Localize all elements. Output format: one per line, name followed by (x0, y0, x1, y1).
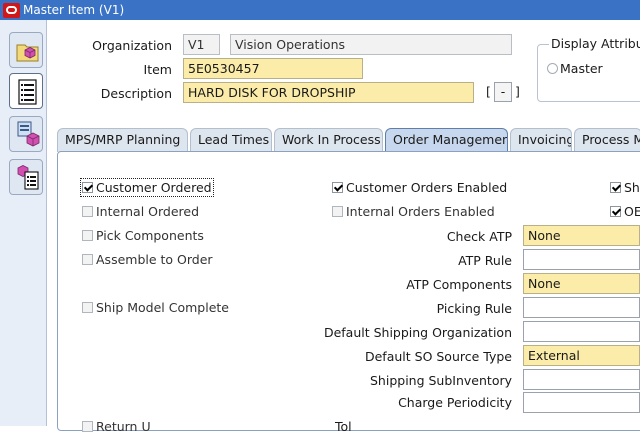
desc-bracket-open: [ (486, 84, 491, 99)
ship-model-complete-label: Ship Model Complete (96, 300, 229, 315)
item-field[interactable]: 5E0530457 (183, 58, 363, 79)
pick-components-checkbox[interactable]: Pick Components (82, 228, 204, 243)
charge-periodicity-label: Charge Periodicity (398, 395, 512, 410)
shippable-checkbox[interactable]: Sh (610, 180, 640, 195)
description-flex-button[interactable]: - (494, 82, 512, 102)
org-assign-icon[interactable] (9, 116, 43, 152)
organization-name-field[interactable]: Vision Operations (230, 34, 512, 55)
window-title-bar: Master Item (V1) (0, 0, 640, 20)
tab-order-management[interactable]: Order Management (385, 128, 508, 152)
customer-ordered-label: Customer Ordered (96, 180, 212, 195)
tolerance-label: Tol (335, 419, 352, 434)
customer-orders-enabled-checkbox[interactable]: Customer Orders Enabled (332, 180, 507, 195)
display-attributes-title: Display Attribut (549, 36, 640, 51)
oe-transactable-label: OE (624, 204, 640, 219)
internal-orders-enabled-checkbox[interactable]: Internal Orders Enabled (332, 204, 495, 219)
default-so-source-type-label: Default SO Source Type (364, 349, 512, 364)
internal-orders-enabled-label: Internal Orders Enabled (346, 204, 495, 219)
charge-periodicity-field[interactable] (523, 392, 640, 413)
window-title: Master Item (V1) (23, 3, 125, 17)
desc-bracket-close: ] (515, 84, 520, 99)
customer-ordered-checkbox[interactable]: Customer Ordered (80, 178, 214, 197)
organization-label: Organization (92, 38, 172, 53)
picking-rule-field[interactable] (523, 297, 640, 318)
description-field[interactable]: HARD DISK FOR DROPSHIP (183, 82, 474, 103)
ship-model-complete-checkbox[interactable]: Ship Model Complete (82, 300, 229, 315)
oracle-logo-icon (3, 2, 20, 18)
organization-code-field[interactable]: V1 (183, 34, 220, 55)
left-toolbar (0, 20, 47, 426)
tab-lead-times[interactable]: Lead Times (190, 128, 272, 152)
customer-orders-enabled-label: Customer Orders Enabled (346, 180, 508, 195)
tab-invoicing[interactable]: Invoicing (510, 128, 572, 152)
description-label: Description (100, 86, 172, 101)
master-radio-label: Master (560, 61, 603, 76)
item-label: Item (143, 62, 172, 77)
item-tabs: MPS/MRP Planning Lead Times Work In Proc… (57, 128, 640, 152)
oe-transactable-checkbox[interactable]: OE (610, 204, 640, 219)
folder-cube-icon[interactable] (9, 32, 43, 68)
tab-work-in-process[interactable]: Work In Process (274, 128, 383, 152)
categories-icon[interactable] (9, 159, 43, 195)
shippable-label: Sh (624, 180, 640, 195)
atp-components-field[interactable]: None (523, 273, 640, 294)
internal-ordered-checkbox[interactable]: Internal Ordered (82, 204, 199, 219)
shipping-subinventory-field[interactable] (523, 369, 640, 390)
shipping-subinventory-label: Shipping SubInventory (370, 373, 512, 388)
tab-mps-mrp-planning[interactable]: MPS/MRP Planning (57, 128, 188, 152)
check-atp-field[interactable]: None (523, 225, 640, 246)
tab-process-manufacturing[interactable]: Process M (574, 128, 640, 152)
returnable-label: Return U (96, 419, 151, 434)
atp-components-label: ATP Components (406, 277, 512, 292)
internal-ordered-label: Internal Ordered (96, 204, 200, 219)
check-atp-label: Check ATP (446, 229, 512, 244)
default-so-source-type-field[interactable]: External (523, 345, 640, 366)
default-shipping-org-label: Default Shipping Organization (323, 325, 512, 340)
list-document-icon[interactable] (9, 73, 43, 109)
default-shipping-org-field[interactable] (523, 321, 640, 342)
atp-rule-label: ATP Rule (458, 253, 512, 268)
atp-rule-field[interactable] (523, 249, 640, 270)
picking-rule-label: Picking Rule (436, 301, 512, 316)
assemble-to-order-label: Assemble to Order (96, 252, 213, 267)
assemble-to-order-checkbox[interactable]: Assemble to Order (82, 252, 213, 267)
pick-components-label: Pick Components (96, 228, 204, 243)
master-radio[interactable] (547, 63, 558, 74)
returnable-checkbox[interactable]: Return U (82, 419, 151, 434)
customer-ordered-box (82, 182, 93, 193)
